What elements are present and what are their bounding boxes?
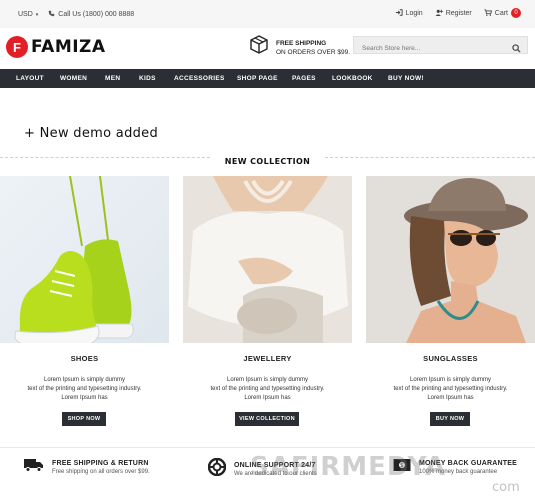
user-plus-icon (435, 9, 443, 18)
login-label: Login (405, 9, 423, 17)
logo-mark: F (6, 36, 28, 58)
card-desc-line: Lorem Ipsum is simply dummy (43, 377, 126, 383)
collection-title-wrap: NEW COLLECTION (0, 151, 535, 169)
watermark-suffix: com (492, 480, 520, 495)
search-icon[interactable] (512, 40, 521, 58)
feature-free-shipping: FREE SHIPPING & RETURN Free shipping on … (24, 458, 150, 477)
shoes-image[interactable] (0, 176, 169, 343)
cart-icon (484, 8, 492, 18)
card-desc-line: text of the printing and typesetting ind… (210, 386, 325, 392)
lifebuoy-icon (207, 457, 227, 481)
card-desc-line: Lorem Ipsum has (427, 395, 474, 401)
top-bar: USD ▾ Call Us (1800) 000 8888 Login Regi… (0, 0, 535, 28)
buy-now-button[interactable]: BUY NOW (430, 412, 470, 426)
nav-item-layout[interactable]: LAYOUT (16, 75, 44, 82)
shop-now-button[interactable]: SHOP NOW (62, 412, 106, 426)
card-desc-line: Lorem Ipsum has (244, 395, 291, 401)
card-desc-sunglasses: Lorem Ipsum is simply dummy text of the … (366, 376, 535, 403)
nav-item-lookbook[interactable]: LOOKBOOK (332, 75, 373, 82)
collection-title: NEW COLLECTION (218, 157, 317, 166)
phone-info: Call Us (1800) 000 8888 (48, 10, 134, 19)
view-collection-button[interactable]: VIEW COLLECTION (235, 412, 299, 426)
card-desc-line: Lorem Ipsum is simply dummy (226, 377, 309, 383)
nav-item-pages[interactable]: PAGES (292, 75, 316, 82)
phone-text: Call Us (1800) 000 8888 (58, 11, 135, 18)
card-desc-shoes: Lorem Ipsum is simply dummy text of the … (0, 376, 169, 403)
feature-subtitle: Free shipping on all orders over $99. (52, 469, 150, 475)
logo-text: FAMIZA (31, 37, 106, 57)
site-header: F FAMIZA FREE SHIPPING ON ORDERS OVER $9… (0, 28, 535, 68)
card-desc-line: text of the printing and typesetting ind… (393, 386, 508, 392)
shipping-subtitle: ON ORDERS OVER $99. (276, 48, 351, 56)
phone-icon (48, 10, 55, 19)
truck-icon (24, 458, 44, 477)
nav-item-accessories[interactable]: ACCESSORIES (174, 75, 225, 82)
card-desc-line: Lorem Ipsum has (61, 395, 108, 401)
nav-item-women[interactable]: WOMEN (60, 75, 87, 82)
feature-title: FREE SHIPPING & RETURN (52, 460, 149, 467)
nav-item-shop-page[interactable]: SHOP PAGE (237, 75, 278, 82)
card-desc-line: Lorem Ipsum is simply dummy (409, 377, 492, 383)
card-title-sunglasses[interactable]: SUNGLASSES (366, 354, 535, 363)
register-label: Register (445, 9, 472, 17)
login-icon (395, 8, 403, 18)
search-box (353, 36, 528, 57)
login-link[interactable]: Login (395, 8, 423, 18)
nav-item-men[interactable]: MEN (105, 75, 120, 82)
main-nav: LAYOUT WOMEN MEN KIDS ACCESSORIES SHOP P… (0, 69, 535, 88)
nav-item-buy-now[interactable]: BUY NOW! (388, 75, 424, 82)
jewellery-image[interactable] (183, 176, 352, 343)
cart-label: Cart (494, 9, 508, 17)
free-shipping-banner: FREE SHIPPING ON ORDERS OVER $99. (249, 35, 350, 60)
card-desc-line: text of the printing and typesetting ind… (27, 386, 142, 392)
cart-link[interactable]: Cart 0 (484, 8, 521, 18)
card-title-shoes[interactable]: SHOES (0, 354, 169, 363)
currency-selector[interactable]: USD ▾ (18, 11, 38, 18)
search-input[interactable] (354, 40, 504, 57)
box-icon (249, 35, 269, 60)
currency-label: USD (18, 11, 33, 18)
new-demo-heading: + New demo added (24, 126, 159, 141)
card-title-jewellery[interactable]: JEWELLERY (183, 354, 352, 363)
nav-item-kids[interactable]: KIDS (139, 75, 156, 82)
card-desc-jewellery: Lorem Ipsum is simply dummy text of the … (183, 376, 352, 403)
register-link[interactable]: Register (435, 9, 472, 18)
sunglasses-image[interactable] (366, 176, 535, 343)
cart-count-badge: 0 (511, 8, 521, 18)
watermark: SAFIRMEDYA (250, 452, 447, 482)
shipping-title: FREE SHIPPING (276, 39, 327, 47)
chevron-down-icon: ▾ (35, 11, 39, 18)
site-logo[interactable]: F FAMIZA (6, 36, 106, 58)
